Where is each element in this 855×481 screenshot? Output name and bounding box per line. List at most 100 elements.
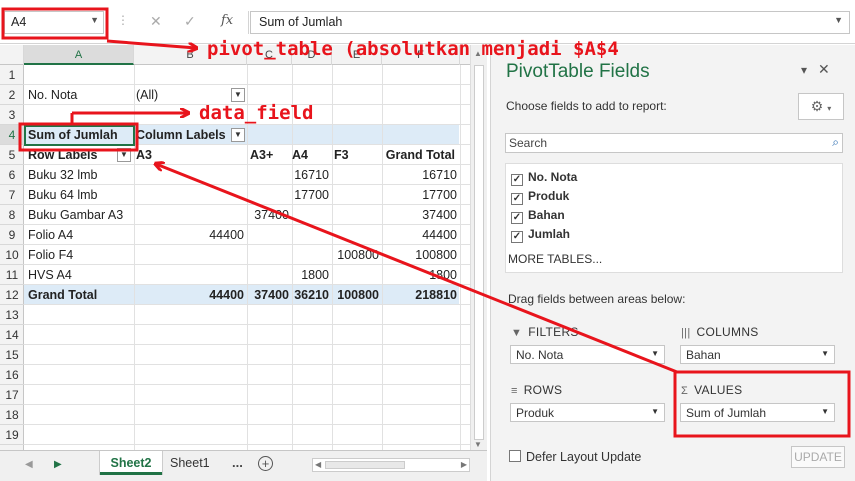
tab-sheet1[interactable]: Sheet1 [170,456,210,470]
scroll-down-icon[interactable]: ▼ [474,440,482,449]
field-item-jumlah[interactable]: ✓ Jumlah [511,225,570,243]
checkbox-checked-icon[interactable]: ✓ [511,174,523,186]
formula-content: Sum of Jumlah [259,15,343,29]
pivot-cell: 1800 [429,268,457,282]
row-header[interactable]: 6 [0,165,24,185]
defer-layout-checkbox[interactable]: Defer Layout Update [509,450,641,464]
insert-function-button[interactable]: fx [221,13,233,28]
scrollbar-thumb[interactable] [474,65,484,440]
active-cell-outline [24,125,135,146]
pane-options-chevron-icon[interactable]: ▾ [801,63,807,77]
row-header[interactable]: 12 [0,285,24,305]
filter-field-value[interactable]: (All) [136,85,158,105]
hscrollbar-thumb[interactable] [325,461,405,469]
select-all-corner[interactable] [0,45,24,65]
pivot-cell: 37400 [254,208,289,222]
pivot-row-label: HVS A4 [28,268,72,282]
pivot-fields-pane: PivotTable Fields ▾ ✕ Choose fields to a… [490,45,855,481]
checkbox-checked-icon[interactable]: ✓ [511,212,523,224]
chevron-down-icon[interactable]: ▼ [651,407,659,416]
checkbox-icon[interactable] [509,450,521,462]
row-header[interactable]: 19 [0,425,24,445]
chevron-down-icon[interactable]: ▼ [834,15,843,25]
field-label: Jumlah [528,227,571,241]
column-labels-dropdown-icon[interactable]: ▼ [231,128,245,142]
row-header[interactable]: 3 [0,105,24,125]
columns-icon: ||| [681,327,691,339]
horizontal-scrollbar[interactable]: ◀ ▶ [312,458,470,472]
update-button[interactable]: UPDATE [791,446,845,468]
columns-field-dropdown[interactable]: Bahan ▼ [680,345,835,364]
row-header[interactable]: 7 [0,185,24,205]
field-item-produk[interactable]: ✓ Produk [511,187,569,205]
pivot-total-cell: 36210 [294,288,329,302]
row-labels-dropdown-icon[interactable]: ▼ [117,148,131,162]
column-header-a[interactable]: A [24,45,134,65]
pivot-cell: 16710 [294,168,329,182]
filters-field-value: No. Nota [516,348,564,362]
filter-dropdown-icon[interactable]: ▼ [231,88,245,102]
more-tables-link[interactable]: MORE TABLES... [508,252,602,266]
sigma-icon: Σ [681,385,689,397]
row-header[interactable]: 2 [0,85,24,105]
more-sheets-button[interactable]: ... [232,455,243,470]
filters-field-dropdown[interactable]: No. Nota ▼ [510,345,665,364]
enter-icon[interactable]: ✓ [184,13,196,30]
values-field-dropdown[interactable]: Sum of Jumlah ▼ [680,403,835,422]
checkbox-checked-icon[interactable]: ✓ [511,231,523,243]
pivot-cell: 100800 [415,248,457,262]
drag-fields-text: Drag fields between areas below: [508,292,686,306]
checkbox-checked-icon[interactable]: ✓ [511,193,523,205]
chevron-down-icon[interactable]: ▼ [821,407,829,416]
scroll-right-icon[interactable]: ▶ [461,459,467,471]
pivot-cell: 37400 [422,208,457,222]
pivot-grand-total-label: Grand Total [28,288,98,302]
name-box[interactable]: A4 ▼ [4,11,104,34]
row-header[interactable]: 8 [0,205,24,225]
rows-field-dropdown[interactable]: Produk ▼ [510,403,665,422]
gear-icon[interactable]: ⚙ ▾ [798,93,844,120]
field-item-bahan[interactable]: ✓ Bahan [511,206,565,224]
row-header[interactable]: 15 [0,345,24,365]
pivot-row-label: Folio A4 [28,228,74,242]
row-header[interactable]: 17 [0,385,24,405]
row-header[interactable]: 1 [0,65,24,85]
vertical-scrollbar[interactable]: ▲ ▼ [470,45,487,450]
formula-input[interactable]: Sum of Jumlah ▼ [250,11,850,34]
tab-sheet2[interactable]: Sheet2 [100,451,162,475]
tab-scroll-left-icon[interactable]: ◀ [25,459,33,470]
field-label: No. Nota [528,170,578,184]
row-header[interactable]: 10 [0,245,24,265]
tab-scroll-right-icon[interactable]: ▶ [54,459,62,470]
field-search-input[interactable]: Search ⌕ [505,133,843,153]
chevron-down-icon[interactable]: ▼ [90,15,99,25]
filter-field-label: No. Nota [28,88,78,102]
pivot-cell: 17700 [294,188,329,202]
row-header[interactable]: 16 [0,365,24,385]
row-header[interactable]: 9 [0,225,24,245]
columns-area-header: ||| COLUMNS [681,325,759,339]
row-header[interactable]: 18 [0,405,24,425]
scroll-left-icon[interactable]: ◀ [315,459,321,471]
pivot-table-annotation: pivot_table (absolutkan menjadi $A$4 [207,38,619,60]
row-header[interactable]: 11 [0,265,24,285]
close-icon[interactable]: ✕ [818,61,830,78]
chevron-down-icon[interactable]: ▼ [651,349,659,358]
row-headers: 1 2 3 4 5 6 7 8 9 10 11 12 13 14 15 16 1… [0,65,24,450]
search-icon[interactable]: ⌕ [832,135,839,150]
filter-icon: ▼ [511,327,523,339]
row-header[interactable]: 13 [0,305,24,325]
formula-bar-grip-icon: ⋮ [117,13,129,27]
row-header-selected[interactable]: 4 [0,125,24,145]
chevron-down-icon[interactable]: ▼ [821,349,829,358]
pivot-total-cell: 37400 [254,288,289,302]
pivot-col-header: A3+ [250,148,274,162]
field-item-no-nota[interactable]: ✓ No. Nota [511,168,577,186]
row-header[interactable]: 14 [0,325,24,345]
cancel-icon[interactable]: ✕ [150,13,162,30]
defer-label: Defer Layout Update [526,450,642,464]
add-sheet-button[interactable]: + [258,456,273,471]
row-header[interactable]: 5 [0,145,24,165]
search-placeholder: Search [509,136,548,150]
pivot-cell: 1800 [301,268,329,282]
